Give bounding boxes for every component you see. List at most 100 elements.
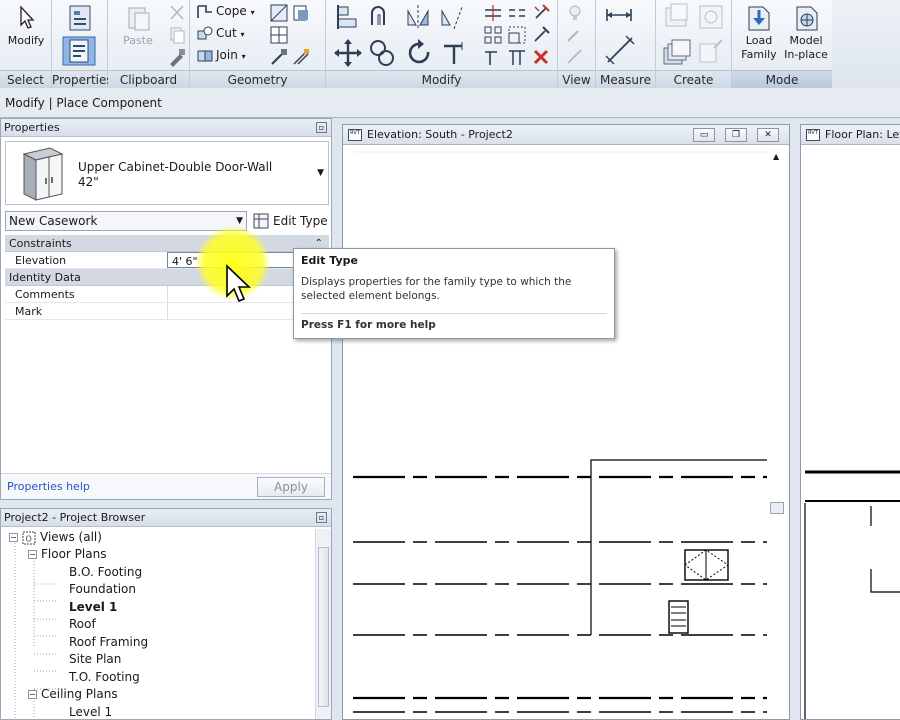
edit-type-button[interactable]: Edit Type: [251, 211, 328, 231]
property-row-mark[interactable]: Mark: [5, 303, 329, 320]
browser-scrollbar[interactable]: [315, 529, 331, 719]
model-inplace-button[interactable]: Model In-place: [782, 4, 830, 62]
tree-item-label: Roof Framing: [69, 635, 149, 649]
scrollbar-thumb[interactable]: [318, 547, 329, 707]
geometry-panel-label[interactable]: Geometry: [190, 70, 325, 88]
collapse-toggle-icon[interactable]: −: [28, 550, 37, 559]
cut-scissors-icon[interactable]: [166, 2, 188, 24]
scrollbar-thumb[interactable]: [770, 502, 784, 514]
tree-item-ceiling-plans[interactable]: − Ceiling Plans: [28, 686, 118, 703]
paint-icon[interactable]: [290, 2, 312, 24]
align-icon[interactable]: [334, 3, 362, 31]
measure-panel: Measure: [596, 0, 656, 88]
copy-icon[interactable]: [166, 24, 188, 46]
scroll-up-icon[interactable]: ▲: [773, 152, 779, 161]
pin-icon[interactable]: [530, 2, 552, 24]
load-family-button[interactable]: Load Family: [736, 4, 782, 62]
split-element-icon[interactable]: [482, 2, 504, 24]
scale-icon[interactable]: [506, 24, 528, 46]
offset-icon[interactable]: [368, 3, 396, 31]
create-similar-icon[interactable]: [696, 38, 726, 68]
tree-item-to-footing[interactable]: T.O. Footing: [69, 669, 140, 686]
tree-item-label: Level 1: [69, 705, 113, 719]
properties-icon[interactable]: [62, 36, 96, 66]
mirror-axis-icon[interactable]: [404, 3, 432, 31]
trim-single-icon[interactable]: [482, 46, 504, 68]
browser-close-button[interactable]: ▫: [316, 512, 327, 523]
floorplan-title-bar[interactable]: RVT Floor Plan: Level 1: [801, 125, 900, 145]
close-button[interactable]: ✕: [757, 128, 779, 142]
instance-filter-dropdown[interactable]: New Casework ▼: [5, 211, 247, 231]
apply-button[interactable]: Apply: [257, 477, 325, 497]
array-icon[interactable]: [482, 24, 504, 46]
mode-panel-label[interactable]: Mode: [732, 70, 832, 88]
split-gap-icon[interactable]: [506, 2, 528, 24]
join-button[interactable]: Join ▾: [196, 45, 246, 65]
tree-item-foundation[interactable]: Foundation: [69, 581, 136, 598]
wall-joins-icon[interactable]: [268, 24, 290, 46]
group-constraints[interactable]: Constraints ⌃: [5, 235, 329, 252]
clipboard-panel-label[interactable]: Clipboard: [108, 70, 189, 88]
group-identity-data[interactable]: Identity Data: [5, 269, 329, 286]
elevation-scrollbar[interactable]: ▲: [767, 146, 789, 719]
dimension-icon[interactable]: [604, 34, 636, 66]
maximize-button[interactable]: ❐: [725, 128, 747, 142]
elevation-canvas[interactable]: [343, 146, 789, 719]
elevation-title-bar[interactable]: RVT Elevation: South - Project2 ▭ ❐ ✕: [343, 125, 789, 145]
minimize-button[interactable]: ▭: [693, 128, 715, 142]
linework-icon[interactable]: [564, 46, 586, 68]
modify-button[interactable]: Modify: [2, 4, 50, 48]
tree-item-ceiling-level-1[interactable]: Level 1: [69, 704, 112, 720]
type-dropdown-arrow[interactable]: ▼: [317, 168, 324, 178]
properties-title-bar[interactable]: Properties ▫: [1, 119, 331, 137]
cut-button[interactable]: Cut ▾: [196, 23, 245, 43]
move-icon[interactable]: [334, 38, 362, 68]
trim-multiple-icon[interactable]: [506, 46, 528, 68]
create-panel-label[interactable]: Create: [656, 70, 731, 88]
measure-distance-icon[interactable]: [604, 4, 634, 26]
modify-panel-label[interactable]: Modify: [326, 70, 557, 88]
trim-extend-icon[interactable]: [440, 38, 468, 68]
type-properties-icon[interactable]: [64, 3, 96, 33]
browser-title-bar[interactable]: Project2 - Project Browser ▫: [1, 509, 331, 527]
mirror-draw-icon[interactable]: [438, 3, 466, 31]
property-row-elevation[interactable]: Elevation 4' 6": [5, 252, 329, 269]
create-assembly-icon[interactable]: [662, 2, 692, 32]
tree-item-floor-plans[interactable]: − Floor Plans: [28, 546, 106, 563]
ribbon: Modify Select Properties Paste Clipboard…: [0, 0, 900, 88]
properties-help-link[interactable]: Properties help: [7, 480, 90, 493]
measure-panel-label[interactable]: Measure: [596, 70, 655, 88]
properties-panel-label[interactable]: Properties: [52, 70, 113, 88]
paste-label: Paste: [123, 34, 153, 47]
tree-item-roof-framing[interactable]: Roof Framing: [69, 634, 148, 651]
properties-close-button[interactable]: ▫: [316, 122, 327, 133]
split-face-icon[interactable]: [268, 2, 290, 24]
type-selector[interactable]: Upper Cabinet-Double Door-Wall 42" ▼: [5, 141, 329, 205]
tree-item-site-plan[interactable]: Site Plan: [69, 651, 121, 668]
floorplan-canvas[interactable]: [801, 146, 900, 719]
hide-element-icon[interactable]: [564, 2, 586, 24]
override-graphics-icon[interactable]: [564, 24, 586, 46]
create-parts-icon[interactable]: [696, 2, 726, 32]
select-panel-label[interactable]: Select: [0, 70, 51, 88]
paste-button[interactable]: Paste: [114, 4, 162, 48]
split-profile-icon[interactable]: [290, 46, 312, 68]
tree-item-views-all[interactable]: − O Views (all): [9, 529, 102, 546]
copy-element-icon[interactable]: [368, 38, 396, 68]
cope-button[interactable]: Cope ▾: [196, 1, 255, 21]
demolish-icon[interactable]: [268, 46, 290, 68]
property-row-comments[interactable]: Comments: [5, 286, 329, 303]
collapse-toggle-icon[interactable]: −: [9, 533, 18, 542]
unpin-icon[interactable]: [530, 24, 552, 46]
view-panel-label[interactable]: View: [558, 70, 595, 88]
delete-icon[interactable]: [530, 46, 552, 68]
tree-item-bo-footing[interactable]: B.O. Footing: [69, 564, 142, 581]
tree-item-roof[interactable]: Roof: [69, 616, 96, 633]
rotate-icon[interactable]: [406, 38, 434, 68]
properties-title: Properties: [4, 121, 60, 134]
create-group-icon[interactable]: [662, 38, 692, 68]
clipboard-panel: Paste Clipboard: [108, 0, 190, 88]
tree-item-level-1[interactable]: Level 1: [69, 599, 117, 616]
match-properties-icon[interactable]: [166, 46, 188, 68]
collapse-toggle-icon[interactable]: −: [28, 690, 37, 699]
